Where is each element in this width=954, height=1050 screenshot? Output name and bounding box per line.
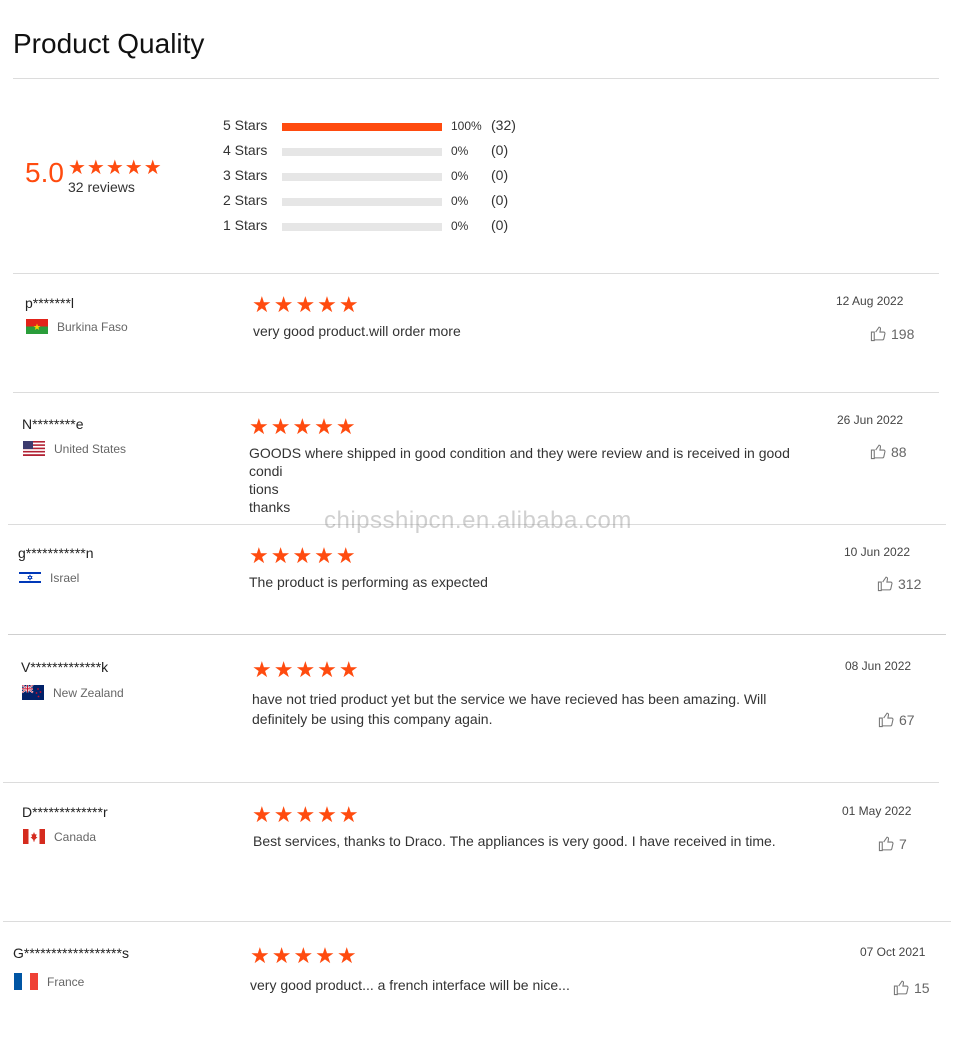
reviewer-name: D*************r (22, 804, 108, 820)
review-date: 07 Oct 2021 (860, 945, 926, 959)
reviewer-name: p*******l (25, 295, 75, 311)
review-text: GOODS where shipped in good condition an… (249, 445, 790, 515)
helpful-count: 88 (891, 443, 907, 460)
flag-israel-icon (19, 570, 41, 585)
star-filter-label: 1 Stars (223, 217, 268, 233)
rating-bar-track (282, 123, 442, 131)
helpful-count: 7 (899, 835, 907, 852)
review-text: Best services, thanks to Draco. The appl… (253, 833, 776, 849)
page-title: Product Quality (13, 28, 205, 59)
country-name: Burkina Faso (57, 319, 128, 334)
review-date: 12 Aug 2022 (836, 294, 904, 308)
country-name: France (47, 974, 85, 989)
country-name: United States (54, 441, 127, 456)
review-stars: ★★★★★ (249, 414, 358, 439)
watermark: chipsshipcn.en.alibaba.com (324, 507, 632, 534)
thumbs-up-icon (893, 980, 909, 996)
flag-france-icon (14, 973, 38, 990)
review-count[interactable]: 32 reviews (68, 179, 135, 195)
rating-bar-track (282, 198, 442, 206)
helpful-count: 67 (899, 711, 915, 728)
country-name: Canada (54, 829, 97, 844)
rating-count: (0) (491, 192, 509, 208)
divider (3, 782, 939, 783)
rating-percent: 0% (451, 144, 469, 158)
review-date: 01 May 2022 (842, 804, 912, 818)
review-date: 26 Jun 2022 (837, 413, 904, 427)
helpful-button[interactable]: 198 (870, 325, 914, 342)
review-stars: ★★★★★ (252, 657, 361, 682)
helpful-button[interactable]: 88 (870, 443, 907, 460)
rating-count: (0) (491, 167, 509, 183)
country-name: New Zealand (53, 685, 124, 700)
reviewer-country: Burkina Faso (26, 319, 128, 334)
rating-bar-track (282, 148, 442, 156)
helpful-count: 15 (914, 979, 930, 996)
rating-count: (32) (491, 117, 516, 133)
rating-bar-fill (282, 123, 442, 131)
review-stars: ★★★★★ (252, 292, 361, 317)
divider (13, 78, 939, 79)
rating-percent: 0% (451, 169, 469, 183)
country-name: Israel (50, 570, 80, 585)
reviewer-name: V*************k (21, 659, 109, 675)
rating-bar-track (282, 173, 442, 181)
review-date: 08 Jun 2022 (845, 659, 912, 673)
reviewer-country: Israel (19, 570, 79, 585)
thumbs-up-icon (870, 326, 886, 342)
flag-burkina-faso-icon (26, 319, 48, 334)
star-filter-2[interactable]: 2 Stars 0% (0) (223, 192, 543, 212)
thumbs-up-icon (870, 444, 886, 460)
helpful-count: 198 (891, 325, 915, 342)
divider (8, 634, 946, 635)
average-score: 5.0 (25, 157, 64, 188)
star-filter-label: 5 Stars (223, 117, 268, 133)
review-stars: ★★★★★ (249, 543, 358, 568)
reviewer-name: G******************s (13, 945, 129, 961)
helpful-button[interactable]: 312 (877, 575, 921, 592)
rating-count: (0) (491, 217, 509, 233)
star-filter-1[interactable]: 1 Stars 0% (0) (223, 217, 543, 237)
star-filter-label: 2 Stars (223, 192, 268, 208)
review-text: very good product.will order more (253, 323, 461, 339)
reviewer-country: France (14, 973, 84, 990)
divider (13, 392, 939, 393)
helpful-button[interactable]: 15 (893, 979, 930, 996)
rating-percent: 0% (451, 194, 469, 208)
divider (13, 273, 939, 274)
review-stars: ★★★★★ (250, 943, 359, 968)
review-text: have not tried product yet but the servi… (252, 691, 767, 727)
rating-bar-track (282, 223, 442, 231)
star-filter-label: 4 Stars (223, 142, 268, 158)
flag-new-zealand-icon (22, 685, 44, 700)
helpful-count: 312 (898, 575, 922, 592)
reviewer-country: United States (23, 441, 126, 456)
rating-percent: 100% (451, 119, 482, 133)
reviewer-name: N********e (22, 416, 84, 432)
thumbs-up-icon (878, 836, 894, 852)
review-date: 10 Jun 2022 (844, 545, 911, 559)
flag-canada-icon (23, 829, 45, 844)
rating-count: (0) (491, 142, 509, 158)
reviewer-country: Canada (23, 829, 96, 844)
star-filter-5[interactable]: 5 Stars 100% (32) (223, 117, 543, 137)
helpful-button[interactable]: 67 (878, 711, 915, 728)
divider (3, 921, 951, 922)
helpful-button[interactable]: 7 (878, 835, 907, 852)
flag-united-states-icon (23, 441, 45, 456)
reviewer-country: New Zealand (22, 685, 124, 700)
average-stars: ★★★★★ (68, 157, 163, 179)
reviewer-name: g***********n (18, 545, 94, 561)
thumbs-up-icon (878, 712, 894, 728)
thumbs-up-icon (877, 576, 893, 592)
star-filter-3[interactable]: 3 Stars 0% (0) (223, 167, 543, 187)
rating-percent: 0% (451, 219, 469, 233)
review-text: very good product... a french interface … (250, 977, 570, 993)
review-text: The product is performing as expected (249, 574, 488, 590)
star-filter-4[interactable]: 4 Stars 0% (0) (223, 142, 543, 162)
star-filter-label: 3 Stars (223, 167, 268, 183)
review-stars: ★★★★★ (252, 802, 361, 827)
